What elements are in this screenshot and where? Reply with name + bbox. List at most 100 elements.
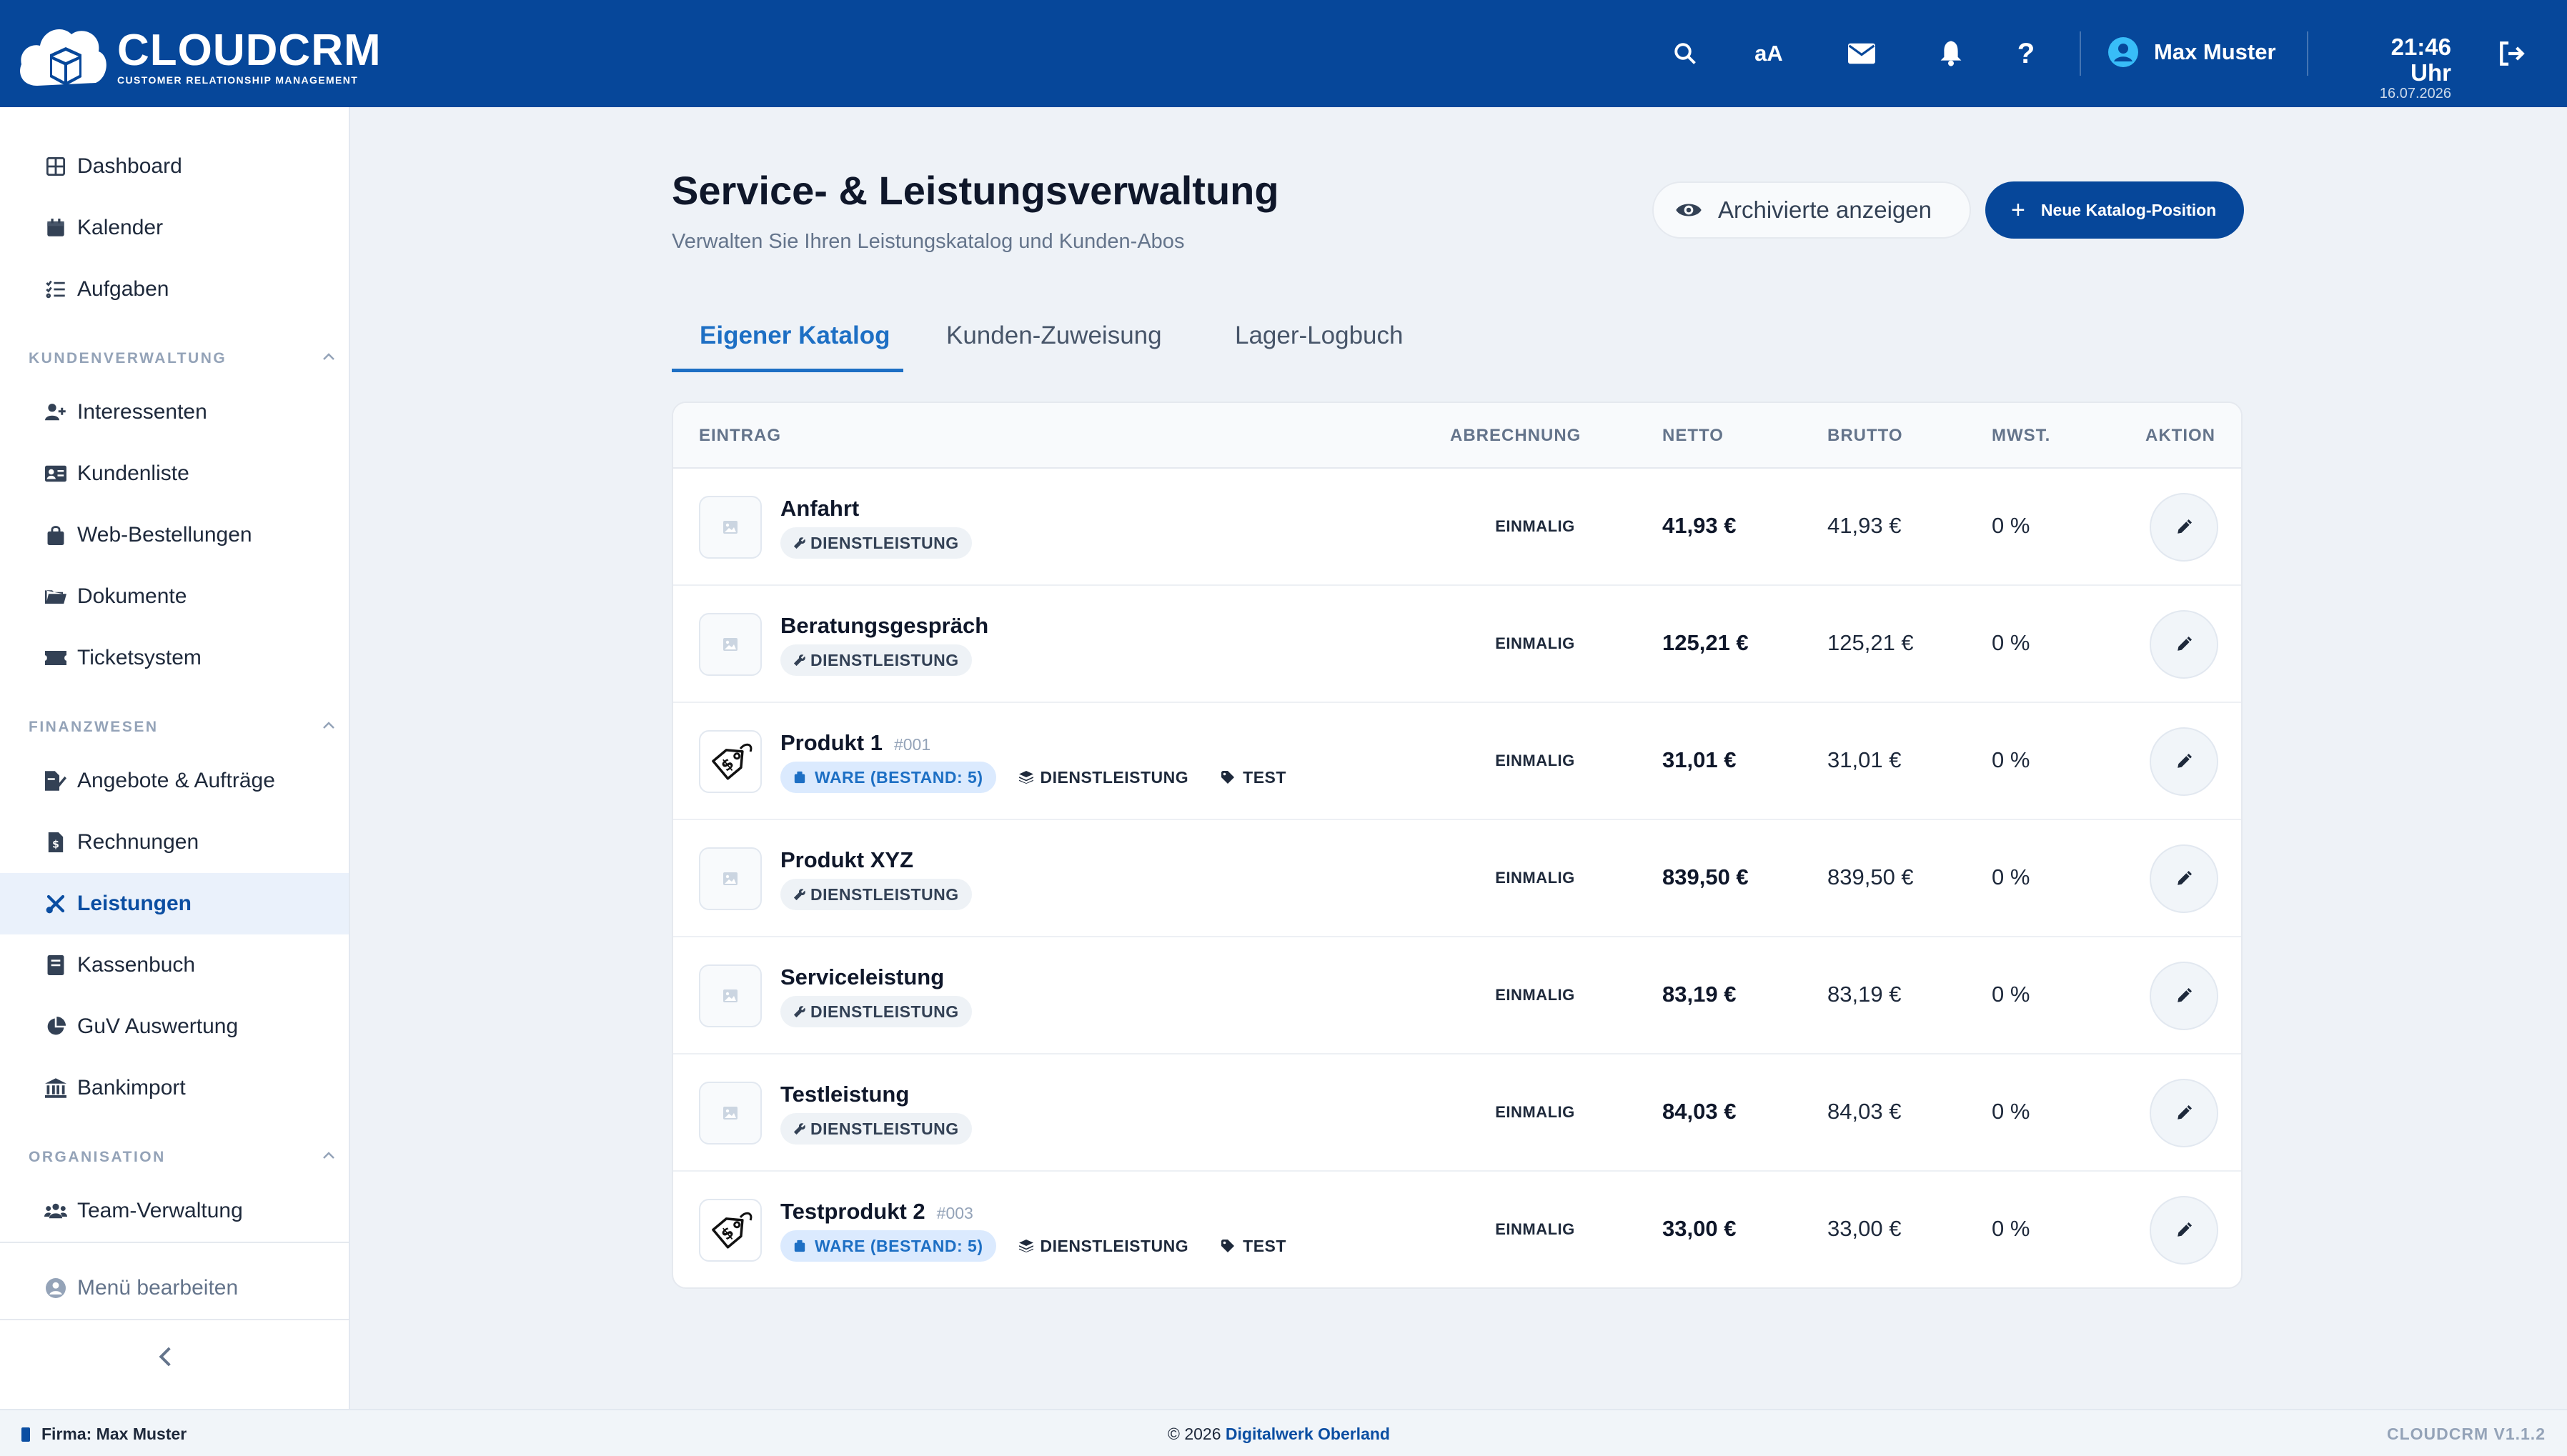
edit-menu-button[interactable]: Menü bearbeiten (0, 1257, 349, 1319)
tax-rate: 0 % (1992, 747, 2030, 772)
layers-icon (1018, 1240, 1038, 1252)
table-row[interactable]: Testleistung DIENSTLEISTUNG EINMALIG 84,03 … (673, 1054, 2241, 1172)
net-price: 84,03 € (1662, 1099, 1737, 1124)
section-organisation[interactable]: ORGANISATION (29, 1149, 334, 1166)
badge-label: TEST (1243, 1236, 1286, 1255)
logout-icon[interactable] (2494, 36, 2530, 71)
entry-name: Produkt 1 #001 (780, 730, 930, 756)
table-row[interactable]: Produkt XYZ DIENSTLEISTUNG EINMALIG 839,50 … (673, 820, 2241, 937)
company-link[interactable]: Digitalwerk Oberland (1226, 1425, 1390, 1443)
file-signature-icon (44, 769, 67, 792)
sidebar-item-label: Web-Bestellungen (77, 523, 252, 547)
gross-price: 31,01 € (1827, 747, 1902, 772)
sidebar-item-web-bestellungen[interactable]: Web-Bestellungen (0, 504, 349, 566)
edit-button[interactable] (2150, 1196, 2218, 1265)
tab-eigener-katalog[interactable]: Eigener Katalog (700, 321, 890, 350)
tax-rate: 0 % (1992, 1216, 2030, 1241)
entry-name: Produkt XYZ (780, 847, 913, 873)
sidebar-item-aufgaben[interactable]: Aufgaben (0, 259, 349, 320)
badge-label: DIENSTLEISTUNG (810, 1002, 959, 1021)
sidebar-item-team-verwaltung[interactable]: Team-Verwaltung (0, 1180, 349, 1242)
entry-badges: DIENSTLEISTUNG (780, 879, 985, 910)
billing-cell: EINMALIG (1495, 1220, 1575, 1238)
tab-lager-logbuch[interactable]: Lager-Logbuch (1235, 321, 1403, 350)
sidebar-item-label: Ticketsystem (77, 646, 202, 669)
edit-button[interactable] (2150, 1079, 2218, 1147)
gross-price: 84,03 € (1827, 1099, 1902, 1124)
net-price: 41,93 € (1662, 513, 1737, 538)
entry-name: Testleistung (780, 1082, 909, 1107)
tab-kunden-zuweisung[interactable]: Kunden-Zuweisung (946, 321, 1162, 350)
sidebar-item-bankimport[interactable]: Bankimport (0, 1057, 349, 1119)
chevron-up-icon[interactable] (322, 1147, 336, 1165)
search-icon[interactable] (1667, 36, 1703, 71)
sidebar-item-dokumente[interactable]: Dokumente (0, 566, 349, 627)
stock-badge: WARE (BESTAND: 5) (780, 1230, 996, 1262)
badge-label: DIENSTLEISTUNG (1040, 1236, 1189, 1255)
entry-sku: #003 (936, 1204, 973, 1222)
sidebar-item-angebote[interactable]: Angebote & Aufträge (0, 750, 349, 812)
section-title: ORGANISATION (29, 1149, 166, 1165)
entry-badges: WARE (BESTAND: 5) DIENSTLEISTUNG TEST (780, 1230, 1309, 1262)
copyright-prefix: © 2026 (1168, 1425, 1221, 1443)
collapse-sidebar-icon[interactable] (157, 1343, 174, 1375)
avatar (2108, 37, 2138, 67)
active-tab-indicator (672, 369, 903, 372)
edit-button[interactable] (2150, 727, 2218, 796)
gross-price: 33,00 € (1827, 1216, 1902, 1241)
help-icon[interactable]: ? (2008, 36, 2044, 71)
new-catalog-item-button[interactable]: + Neue Katalog-Position (1985, 181, 2244, 239)
sidebar-item-label: Angebote & Aufträge (77, 769, 275, 792)
service-badge: DIENSTLEISTUNG (780, 527, 972, 559)
table-row[interactable]: $ Testprodukt 2 #003 WARE (BESTAND: 5) DIENS… (673, 1172, 2241, 1287)
net-price: 125,21 € (1662, 630, 1749, 655)
edit-button[interactable] (2150, 493, 2218, 562)
edit-button[interactable] (2150, 610, 2218, 679)
plus-icon: + (2011, 196, 2025, 224)
image-placeholder-icon (699, 964, 762, 1027)
sidebar-item-dashboard[interactable]: Dashboard (0, 136, 349, 197)
badge-label: DIENSTLEISTUNG (810, 533, 959, 552)
sidebar-item-kundenliste[interactable]: Kundenliste (0, 443, 349, 504)
sidebar-item-rechnungen[interactable]: $ Rechnungen (0, 812, 349, 873)
wrench-icon (793, 537, 810, 549)
section-finanzwesen[interactable]: FINANZWESEN (29, 719, 334, 736)
show-archived-button[interactable]: Archivierte anzeigen (1652, 181, 1971, 239)
sidebar-item-label: Kalender (77, 216, 164, 239)
sidebar-item-kalender[interactable]: Kalender (0, 197, 349, 259)
edit-button[interactable] (2150, 844, 2218, 913)
brand-logo[interactable]: CLOUDCRM CUSTOMER RELATIONSHIP MANAGEMEN… (17, 20, 382, 94)
sidebar-item-leistungen[interactable]: Leistungen (0, 873, 349, 934)
table-row[interactable]: $ Produkt 1 #001 WARE (BESTAND: 5) DIENSTLEI… (673, 703, 2241, 820)
sidebar-item-kassenbuch[interactable]: Kassenbuch (0, 934, 349, 996)
sidebar-item-guv[interactable]: GuV Auswertung (0, 996, 349, 1057)
sidebar-item-ticketsystem[interactable]: Ticketsystem (0, 627, 349, 689)
edit-button[interactable] (2150, 962, 2218, 1030)
mail-icon[interactable] (1844, 36, 1880, 71)
entry-title: Beratungsgespräch (780, 613, 989, 638)
table-row[interactable]: Beratungsgespräch DIENSTLEISTUNG EINMALIG 1… (673, 586, 2241, 703)
team-icon (44, 1200, 67, 1222)
tax-rate: 0 % (1992, 630, 2030, 655)
table-row[interactable]: Anfahrt DIENSTLEISTUNG EINMALIG 41,93 € 41,9… (673, 469, 2241, 586)
badge-label: DIENSTLEISTUNG (810, 1119, 959, 1138)
tag-icon (1221, 1240, 1238, 1252)
sidebar-item-interessenten[interactable]: Interessenten (0, 382, 349, 443)
top-bar: CLOUDCRM CUSTOMER RELATIONSHIP MANAGEMEN… (0, 0, 2567, 107)
price-tag-icon: $ (699, 1199, 762, 1262)
topbar-divider (2080, 31, 2081, 76)
entry-title: Testprodukt 2 (780, 1199, 925, 1224)
show-archived-label: Archivierte anzeigen (1718, 196, 1932, 223)
table-row[interactable]: Serviceleistung DIENSTLEISTUNG EINMALIG 83,… (673, 937, 2241, 1054)
net-price: 31,01 € (1662, 747, 1737, 772)
chevron-up-icon[interactable] (322, 717, 336, 734)
bell-icon[interactable] (1933, 36, 1969, 71)
user-menu[interactable]: Max Muster (2108, 37, 2276, 67)
chevron-up-icon[interactable] (322, 349, 336, 366)
edit-menu-label: Menü bearbeiten (77, 1276, 239, 1300)
calendar-icon (44, 216, 67, 239)
font-size-icon[interactable]: aA (1751, 36, 1787, 71)
section-kundenverwaltung[interactable]: KUNDENVERWALTUNG (29, 350, 334, 367)
tag-icon (1221, 771, 1238, 784)
company-indicator: Firma: Max Muster (21, 1425, 187, 1444)
